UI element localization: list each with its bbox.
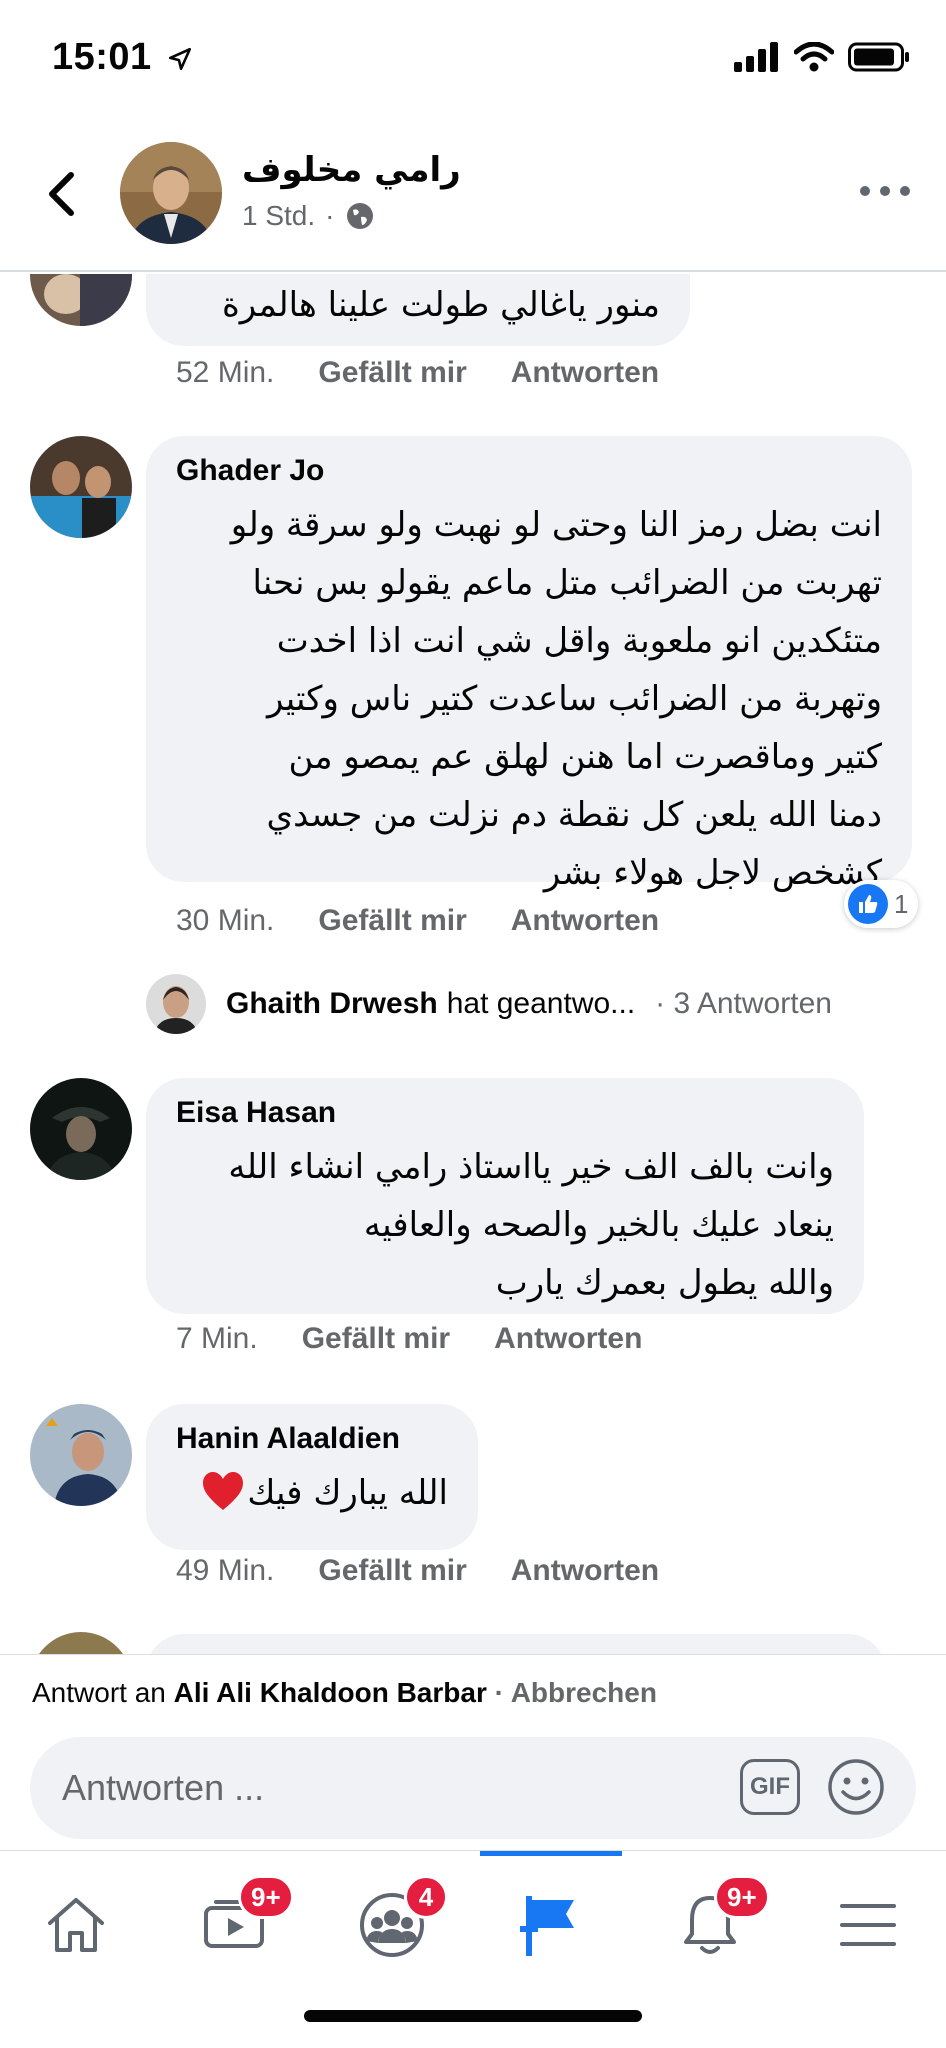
chevron-left-icon — [49, 172, 74, 216]
commenter-avatar[interactable] — [30, 436, 132, 538]
groups-badge: 4 — [404, 1875, 448, 1919]
reply-button[interactable]: Antworten — [511, 904, 659, 938]
profile-name[interactable]: رامي مخلوف — [242, 150, 461, 190]
comment-text: الله يبارك فيك — [168, 1464, 448, 1522]
flag-icon — [520, 1896, 574, 1956]
view-replies-link[interactable]: Ghaith Drwesh hat geantwo... · 3 Antwort… — [146, 974, 832, 1034]
header: رامي مخلوف 1 Std. · — [0, 120, 946, 272]
comment-actions: 30 Min. Gefällt mir Antworten — [176, 904, 659, 938]
replying-to-label: Antwort an Ali Ali Khaldoon Barbar · Abb… — [32, 1677, 657, 1708]
reply-button[interactable]: Antworten — [511, 1554, 659, 1588]
emoji-button[interactable] — [826, 1757, 886, 1817]
home-icon — [48, 1898, 104, 1952]
more-options-button[interactable] — [860, 176, 910, 206]
commenter-avatar[interactable] — [30, 274, 132, 326]
comment-actions: 49 Min. Gefällt mir Antworten — [176, 1554, 659, 1588]
reply-count: · 3 Antworten — [655, 987, 832, 1020]
commenter-avatar[interactable] — [30, 1404, 132, 1506]
comment-actions: 52 Min. Gefällt mir Antworten — [176, 356, 659, 390]
location-arrow-icon — [168, 47, 191, 71]
cellular-signal-icon — [734, 42, 778, 72]
profile-avatar[interactable] — [120, 142, 222, 244]
reply-bar: Antwort an Ali Ali Khaldoon Barbar · Abb… — [0, 1654, 946, 1850]
comment-time: 7 Min. — [176, 1322, 258, 1355]
post-meta: 1 Std. · — [242, 200, 375, 232]
back-button[interactable] — [38, 166, 84, 222]
status-bar: 15:01 — [0, 0, 946, 120]
comment-time: 49 Min. — [176, 1554, 275, 1587]
reaction-badge[interactable]: 1 — [844, 880, 919, 928]
active-tab-indicator — [480, 1851, 622, 1856]
comment-text: انت بضل رمز النا وحتى لو نهبت ولو سرقة و… — [230, 505, 882, 893]
reply-preview-text: hat geantwo... — [446, 987, 636, 1020]
globe-icon — [346, 203, 373, 229]
nav-menu[interactable] — [818, 1883, 918, 1967]
reply-button[interactable]: Antworten — [511, 356, 659, 390]
like-reaction-icon — [848, 884, 888, 924]
reply-author-avatar — [146, 974, 206, 1034]
comment-time: 52 Min. — [176, 356, 275, 389]
like-button[interactable]: Gefällt mir — [318, 356, 466, 390]
like-button[interactable]: Gefällt mir — [318, 904, 466, 938]
hamburger-menu-icon — [840, 1904, 896, 1946]
commenter-avatar[interactable] — [30, 1632, 132, 1654]
reply-input-container[interactable]: GIF — [30, 1737, 916, 1839]
reply-button[interactable]: Antworten — [494, 1322, 642, 1356]
reply-input[interactable] — [62, 1767, 702, 1809]
comment-text: منور ياغالي طولت علينا هالمرة — [221, 285, 660, 325]
comment-text: وانت بالف الف خير يااستاذ رامي انشاء الل… — [228, 1147, 834, 1303]
smiley-icon — [828, 1759, 884, 1815]
battery-icon — [848, 42, 909, 72]
home-indicator — [304, 2010, 642, 2022]
nav-notifications[interactable]: 9+ — [660, 1875, 770, 1967]
comment-time: 30 Min. — [176, 904, 275, 937]
comment-bubble[interactable]: Ghader Jo انت بضل رمز النا وحتى لو نهبت … — [146, 436, 912, 893]
like-button[interactable]: Gefällt mir — [318, 1554, 466, 1588]
reaction-count: 1 — [894, 888, 909, 919]
post-time: 1 Std. — [242, 200, 316, 231]
status-icons — [734, 42, 910, 72]
gif-button[interactable]: GIF — [740, 1759, 800, 1815]
comment-bubble[interactable]: Hanin Alaaldien الله يبارك فيك — [146, 1404, 478, 1550]
notifications-badge: 9+ — [714, 1875, 770, 1919]
comment-bubble[interactable]: منور ياغالي طولت علينا هالمرة — [146, 274, 690, 346]
nav-home[interactable] — [26, 1883, 126, 1967]
like-button[interactable]: Gefällt mir — [302, 1322, 450, 1356]
status-time: 15:01 — [52, 36, 193, 79]
comment-actions: 7 Min. Gefällt mir Antworten — [176, 1322, 642, 1356]
cancel-reply-button[interactable]: · Abbrechen — [495, 1677, 657, 1708]
comment-author[interactable]: Hanin Alaaldien — [176, 1422, 400, 1456]
comment-bubble[interactable]: Eisa Hasan وانت بالف الف خير يااستاذ رام… — [146, 1078, 864, 1314]
comment-bubble[interactable] — [146, 1634, 886, 1654]
comments-list[interactable]: منور ياغالي طولت علينا هالمرة 52 Min. Ge… — [0, 274, 946, 1654]
comment-author[interactable]: Ghader Jo — [176, 454, 324, 488]
watch-badge: 9+ — [238, 1875, 294, 1919]
reply-target-name[interactable]: Ali Ali Khaldoon Barbar — [174, 1677, 487, 1708]
nav-watch[interactable]: 9+ — [184, 1875, 294, 1967]
nav-pages[interactable] — [500, 1883, 600, 1967]
heart-emoji-icon — [203, 1472, 244, 1510]
commenter-avatar[interactable] — [30, 1078, 132, 1180]
wifi-icon — [794, 42, 834, 72]
comment-author[interactable]: Eisa Hasan — [176, 1096, 336, 1130]
nav-groups[interactable]: 4 — [342, 1875, 448, 1967]
reply-author-name[interactable]: Ghaith Drwesh — [226, 987, 438, 1021]
